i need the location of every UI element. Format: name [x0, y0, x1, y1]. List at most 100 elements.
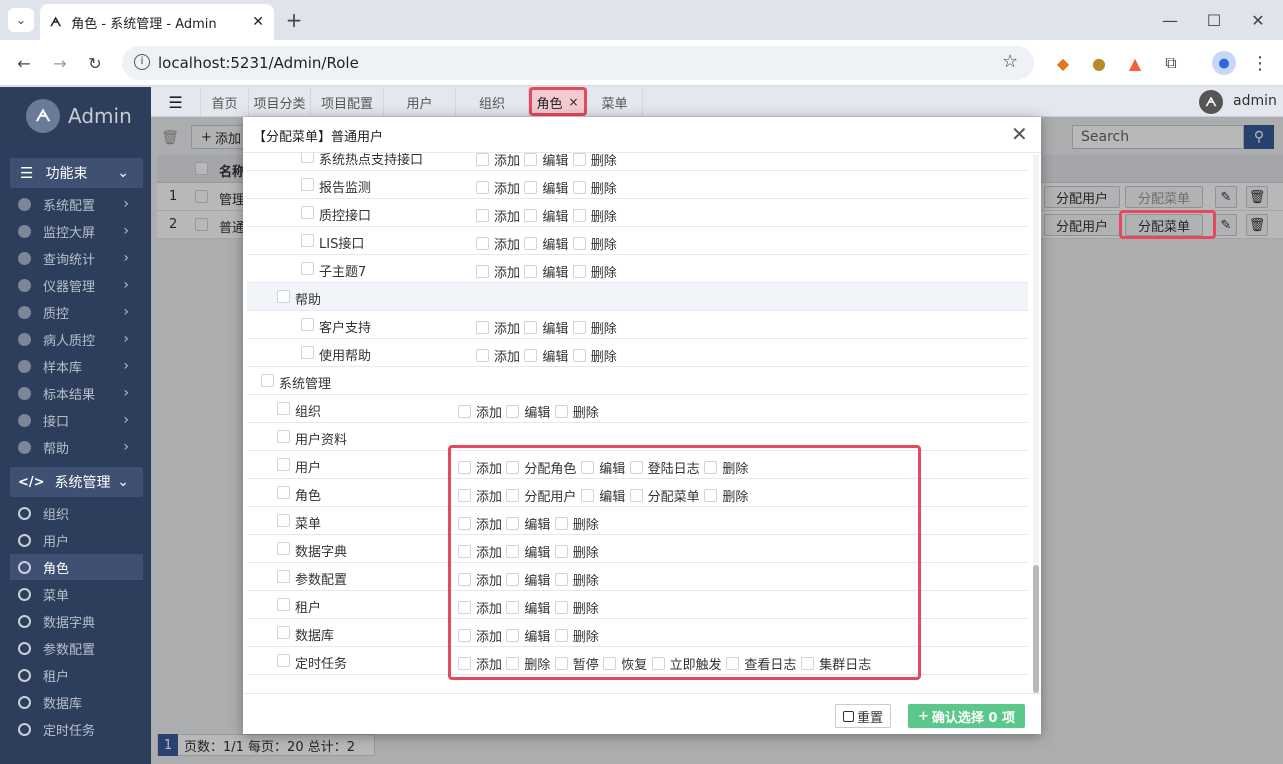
- forward-icon[interactable]: →: [48, 51, 72, 75]
- permission-option[interactable]: 删除: [572, 234, 617, 253]
- extension-owl-icon[interactable]: ●: [1088, 52, 1110, 74]
- permission-checkbox[interactable]: [506, 405, 520, 418]
- permission-option[interactable]: 删除: [572, 153, 617, 169]
- sidebar-item[interactable]: 帮助 ›: [10, 434, 143, 460]
- sidebar-item[interactable]: 查询统计 ›: [10, 245, 143, 271]
- permission-checkbox[interactable]: [572, 209, 586, 222]
- app-tab[interactable]: 用户: [384, 87, 456, 117]
- menu-tree-row[interactable]: 质控接口 添加 编辑 删除: [247, 199, 1028, 227]
- sidebar-group-system[interactable]: </> 系统管理 ⌄: [10, 467, 143, 497]
- permission-checkbox[interactable]: [524, 209, 538, 222]
- reload-icon[interactable]: ↻: [83, 51, 107, 75]
- permission-checkbox[interactable]: [476, 349, 489, 362]
- sidebar-item[interactable]: 组织: [10, 500, 143, 526]
- sidebar-item[interactable]: 接口 ›: [10, 407, 143, 433]
- back-icon[interactable]: ←: [12, 51, 36, 75]
- permission-option[interactable]: 添加: [476, 262, 520, 281]
- menu-tree-row[interactable]: 组织 添加 编辑 删除: [247, 395, 1028, 423]
- permission-checkbox[interactable]: [572, 181, 586, 194]
- permission-checkbox[interactable]: [572, 321, 586, 334]
- bookmark-star-icon[interactable]: ☆: [1002, 51, 1018, 72]
- menu-checkbox[interactable]: [301, 318, 314, 331]
- permission-checkbox[interactable]: [476, 181, 489, 194]
- permission-checkbox[interactable]: [458, 405, 471, 418]
- profile-avatar-icon[interactable]: ●: [1212, 51, 1236, 75]
- permission-checkbox[interactable]: [476, 237, 489, 250]
- sidebar-item[interactable]: 用户: [10, 527, 143, 553]
- permission-option[interactable]: 删除: [572, 262, 617, 281]
- app-tab[interactable]: 项目分类: [249, 87, 311, 117]
- app-tab[interactable]: 项目配置: [311, 87, 384, 117]
- menu-checkbox[interactable]: [277, 598, 290, 611]
- permission-checkbox[interactable]: [524, 237, 538, 250]
- menu-tree-row[interactable]: LIS接口 添加 编辑 删除: [247, 227, 1028, 255]
- browser-menu-icon[interactable]: ⋮: [1250, 52, 1270, 74]
- permission-checkbox[interactable]: [572, 237, 586, 250]
- permission-option[interactable]: 删除: [572, 206, 617, 225]
- permission-checkbox[interactable]: [524, 153, 538, 166]
- menu-tree-row[interactable]: 客户支持 添加 编辑 删除: [247, 311, 1028, 339]
- sidebar-item[interactable]: 菜单: [10, 581, 143, 607]
- permission-option[interactable]: 添加: [458, 402, 502, 421]
- permission-checkbox[interactable]: [554, 405, 568, 418]
- permission-option[interactable]: 编辑: [524, 178, 568, 197]
- menu-checkbox[interactable]: [277, 290, 290, 303]
- menu-checkbox[interactable]: [277, 402, 290, 415]
- sidebar-item[interactable]: 定时任务: [10, 716, 143, 742]
- menu-checkbox[interactable]: [261, 374, 274, 387]
- permission-checkbox[interactable]: [572, 153, 586, 166]
- menu-tree-row[interactable]: 系统热点支持接口 添加 编辑 删除: [247, 153, 1028, 171]
- menu-checkbox[interactable]: [277, 458, 290, 471]
- reset-button[interactable]: 重置: [835, 704, 891, 728]
- sidebar-item[interactable]: 数据库: [10, 689, 143, 715]
- permission-checkbox[interactable]: [476, 153, 489, 166]
- sidebar-item[interactable]: 角色: [10, 554, 143, 580]
- menu-checkbox[interactable]: [277, 654, 290, 667]
- permission-checkbox[interactable]: [524, 349, 538, 362]
- menu-checkbox[interactable]: [277, 430, 290, 443]
- menu-checkbox[interactable]: [301, 206, 314, 219]
- menu-checkbox[interactable]: [277, 514, 290, 527]
- app-tab[interactable]: 组织: [456, 87, 529, 117]
- menu-tree-row[interactable]: 帮助: [247, 283, 1028, 311]
- menu-checkbox[interactable]: [301, 153, 314, 163]
- sidebar-item[interactable]: 监控大屏 ›: [10, 218, 143, 244]
- menu-checkbox[interactable]: [301, 234, 314, 247]
- site-info-icon[interactable]: i: [134, 54, 150, 70]
- sidebar-item[interactable]: 系统配置 ›: [10, 191, 143, 217]
- menu-checkbox[interactable]: [301, 346, 314, 359]
- extension-a-icon[interactable]: ▲: [1124, 52, 1146, 74]
- browser-tab[interactable]: ᗅ 角色 - 系统管理 - Admin ✕: [40, 4, 274, 40]
- permission-option[interactable]: 编辑: [524, 153, 568, 169]
- sidebar-item[interactable]: 病人质控 ›: [10, 326, 143, 352]
- permission-option[interactable]: 删除: [572, 178, 617, 197]
- menu-tree-row[interactable]: 使用帮助 添加 编辑 删除: [247, 339, 1028, 367]
- permission-option[interactable]: 添加: [476, 318, 520, 337]
- permission-option[interactable]: 编辑: [524, 206, 568, 225]
- permission-option[interactable]: 添加: [476, 346, 520, 365]
- close-window-icon[interactable]: ✕: [1246, 8, 1270, 32]
- permission-checkbox[interactable]: [524, 321, 538, 334]
- menu-checkbox[interactable]: [277, 542, 290, 555]
- permission-option[interactable]: 编辑: [524, 262, 568, 281]
- permission-checkbox[interactable]: [572, 265, 586, 278]
- permission-checkbox[interactable]: [524, 181, 538, 194]
- user-name[interactable]: admin: [1233, 93, 1277, 109]
- sidebar-item[interactable]: 租户: [10, 662, 143, 688]
- new-tab-icon[interactable]: +: [282, 8, 306, 32]
- close-icon[interactable]: ✕: [1011, 122, 1028, 146]
- sidebar-item[interactable]: 数据字典: [10, 608, 143, 634]
- extensions-puzzle-icon[interactable]: ⧉: [1160, 52, 1182, 74]
- scrollbar-track[interactable]: [1033, 155, 1039, 693]
- sidebar-item[interactable]: 样本库 ›: [10, 353, 143, 379]
- scrollbar-thumb[interactable]: [1033, 565, 1039, 693]
- minimize-icon[interactable]: —: [1158, 8, 1182, 32]
- menu-checkbox[interactable]: [277, 486, 290, 499]
- app-tab[interactable]: 菜单: [587, 87, 643, 117]
- permission-checkbox[interactable]: [524, 265, 538, 278]
- permission-option[interactable]: 删除: [554, 402, 599, 421]
- sidebar-item[interactable]: 标本结果 ›: [10, 380, 143, 406]
- close-tab-icon[interactable]: ✕: [252, 14, 264, 30]
- confirm-button[interactable]: + 确认选择 0 项: [908, 704, 1025, 728]
- menu-checkbox[interactable]: [301, 262, 314, 275]
